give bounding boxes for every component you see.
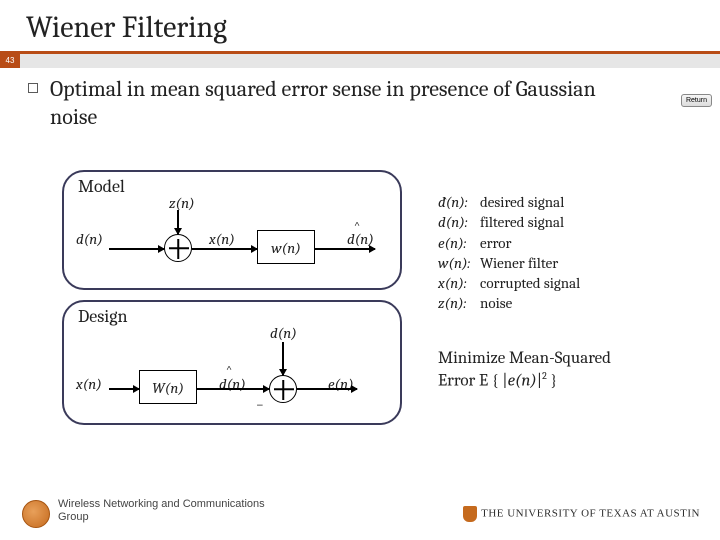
wncg-text: Wireless Networking and CommunicationsGr… <box>58 498 265 524</box>
ut-logo: THE UNIVERSITY OF TEXAS AT AUSTIN <box>463 506 700 522</box>
minimize-line1: Minimize Mean-Squared <box>438 348 688 370</box>
design-x-label: x(n) <box>76 375 102 393</box>
legend: d̂(n):desired signal d(n):filtered signa… <box>438 192 580 314</box>
minus-sign: − <box>256 396 264 413</box>
arrow-icon <box>263 385 270 393</box>
legend-row: z(n):noise <box>438 293 580 313</box>
line <box>197 388 269 390</box>
minimize-line2: Error E { |e(n)|2 } <box>438 370 688 393</box>
arrow-icon <box>251 245 258 253</box>
arrow-icon <box>133 385 140 393</box>
arrow-icon <box>158 245 165 253</box>
design-panel: Design x(n) W(n) ^ d(n) d(n) − e(n) <box>62 300 402 425</box>
page-number: 43 <box>0 54 20 68</box>
model-z-label: z(n) <box>169 194 195 212</box>
line <box>297 388 357 390</box>
wncg-logo-icon <box>22 500 50 528</box>
ut-crest-icon <box>463 506 477 522</box>
legend-row: d̂(n):desired signal <box>438 192 580 212</box>
design-sum-icon <box>269 375 297 403</box>
legend-row: w(n):Wiener filter <box>438 253 580 273</box>
arrow-icon <box>279 369 287 376</box>
model-title: Model <box>78 176 125 197</box>
minimize-text: Minimize Mean-Squared Error E { |e(n)|2 … <box>438 348 688 393</box>
model-d-label: d(n) <box>76 230 103 248</box>
slide-title: Wiener Filtering <box>0 0 720 51</box>
legend-row: e(n):error <box>438 233 580 253</box>
arrow-icon <box>174 228 182 235</box>
footer: Wireless Networking and CommunicationsGr… <box>0 492 720 532</box>
legend-row: d(n):filtered signal <box>438 212 580 232</box>
design-filter-block: W(n) <box>139 370 197 404</box>
arrow-icon <box>369 245 376 253</box>
main-bullet-text: Optimal in mean squared error sense in p… <box>50 76 696 131</box>
line <box>315 248 375 250</box>
line <box>192 248 257 250</box>
model-sum-icon <box>164 234 192 262</box>
line <box>109 248 164 250</box>
design-d-label: d(n) <box>270 324 297 342</box>
arrow-icon <box>351 385 358 393</box>
design-e-label: e(n) <box>328 375 354 393</box>
design-dhat-label: d(n) <box>219 375 246 393</box>
bullet-icon <box>28 83 38 93</box>
pagenum-bar: 43 <box>0 54 720 68</box>
model-wiener-block: w(n) <box>257 230 315 264</box>
design-title: Design <box>78 306 128 327</box>
model-x-label: x(n) <box>209 230 235 248</box>
legend-row: x(n):corrupted signal <box>438 273 580 293</box>
model-panel: Model z(n) d(n) x(n) w(n) ^ d(n) <box>62 170 402 290</box>
